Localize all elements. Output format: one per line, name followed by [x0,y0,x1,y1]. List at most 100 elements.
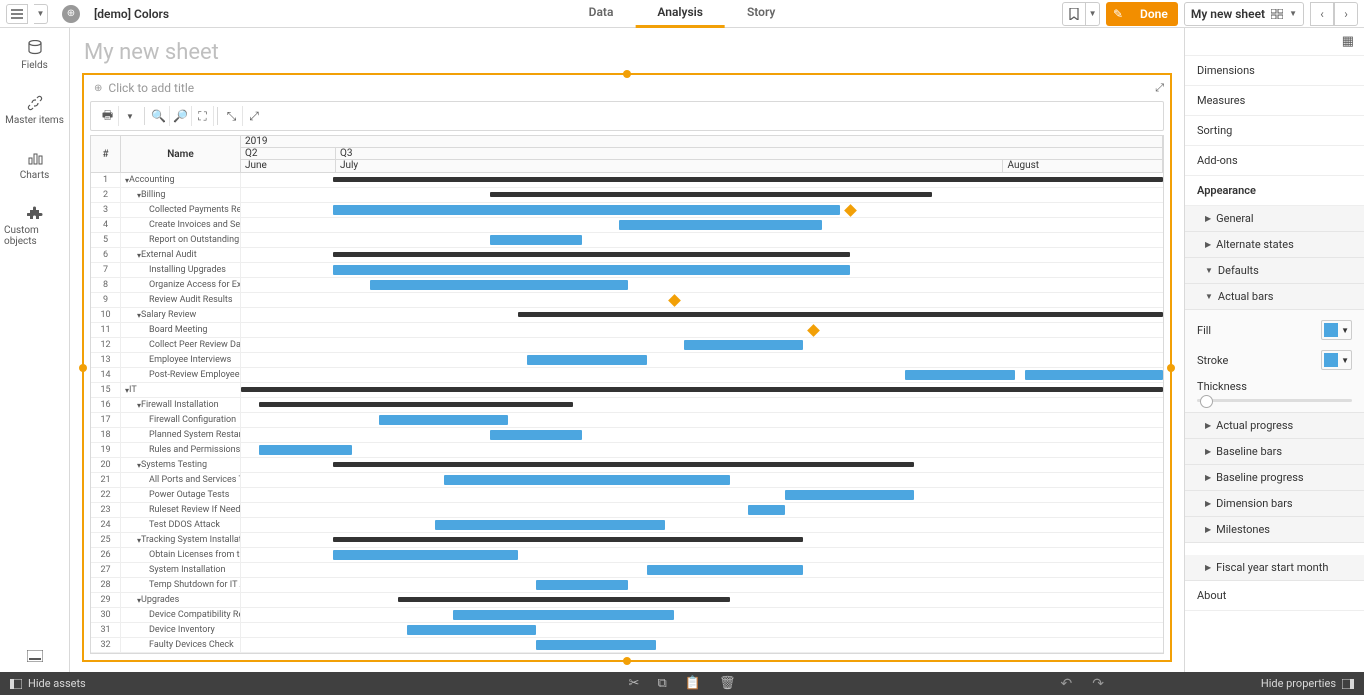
task-bar[interactable] [490,235,582,245]
gantt-row[interactable]: 29▾ Upgrades [91,593,1163,608]
sidebar-item-custom[interactable]: Custom objects [0,193,69,259]
bookmark-caret[interactable]: ▼ [1085,3,1099,25]
gantt-row[interactable]: 1▾ Accounting [91,173,1163,188]
expand-all-button[interactable]: ⤡ [221,106,243,126]
tab-story[interactable]: Story [725,0,797,28]
resize-handle-right[interactable] [1167,364,1175,372]
prop-about[interactable]: About [1185,581,1364,611]
task-bar[interactable] [333,265,849,275]
gantt-row[interactable]: 23Ruleset Review If Needed [91,503,1163,518]
tab-analysis[interactable]: Analysis [635,0,725,28]
tab-data[interactable]: Data [567,0,636,28]
hide-properties-button[interactable]: Hide properties [1261,677,1336,690]
fit-button[interactable]: ⛶ [192,106,214,126]
sidebar-item-master[interactable]: Master items [0,83,69,138]
task-bar[interactable] [748,505,785,515]
gantt-chart[interactable]: ⊕ Click to add title ⤢ 🖶 ▼ 🔍 🔎 ⛶ ⤡ ⤢ # N… [82,73,1172,662]
sheet-dropdown[interactable]: My new sheet ▼ [1184,2,1304,26]
hide-assets-button[interactable]: Hide assets [28,677,86,690]
sidebar-footer-icon[interactable] [0,640,69,672]
gantt-row[interactable]: 18Planned System Restart [91,428,1163,443]
gantt-row[interactable]: 32Faulty Devices Check [91,638,1163,653]
task-bar[interactable] [435,520,666,530]
bookmark-button[interactable] [1063,3,1085,25]
sub-milestones[interactable]: ▶Milestones [1185,517,1364,543]
gantt-row[interactable]: 2▾ Billing [91,188,1163,203]
gantt-row[interactable]: 11Board Meeting [91,323,1163,338]
delete-button[interactable]: 🗑 [719,676,736,691]
copy-button[interactable]: ⧉ [657,676,666,691]
gantt-row[interactable]: 22Power Outage Tests [91,488,1163,503]
task-bar[interactable] [259,445,351,455]
prop-sorting[interactable]: Sorting [1185,116,1364,146]
next-sheet-button[interactable]: › [1334,2,1358,26]
gantt-row[interactable]: 19Rules and Permissions Audit [91,443,1163,458]
sheet-title[interactable]: My new sheet [82,40,1172,65]
gantt-row[interactable]: 13Employee Interviews [91,353,1163,368]
gantt-row[interactable]: 9Review Audit Results [91,293,1163,308]
resize-handle-left[interactable] [79,364,87,372]
header-name[interactable]: Name [121,136,241,172]
task-bar[interactable] [536,580,628,590]
task-bar[interactable] [1025,370,1163,380]
gantt-row[interactable]: 27System Installation [91,563,1163,578]
expand-icon[interactable]: ⤢ [1155,81,1164,95]
gantt-row[interactable]: 16▾ Firewall Installation [91,398,1163,413]
gantt-row[interactable]: 6▾ External Audit [91,248,1163,263]
task-bar[interactable] [647,565,804,575]
sub-actual-progress[interactable]: ▶Actual progress [1185,413,1364,439]
edit-icon[interactable]: ✎ [1106,2,1130,26]
gantt-row[interactable]: 12Collect Peer Review Data [91,338,1163,353]
undo-button[interactable]: ↶ [1061,676,1073,692]
summary-bar[interactable] [333,537,803,542]
summary-bar[interactable] [490,192,933,197]
gantt-row[interactable]: 21All Ports and Services Testing [91,473,1163,488]
menu-caret[interactable]: ▼ [34,4,48,24]
prop-dimensions[interactable]: Dimensions [1185,56,1364,86]
milestone-icon[interactable] [807,324,820,337]
summary-bar[interactable] [398,597,730,602]
sub-fiscal-year[interactable]: ▶Fiscal year start month [1185,555,1364,581]
table-view-icon[interactable]: ▦ [1342,34,1354,49]
gantt-row[interactable]: 7Installing Upgrades [91,263,1163,278]
gantt-row[interactable]: 14Post-Review Employee Interviews [91,368,1163,383]
task-bar[interactable] [619,220,822,230]
gantt-row[interactable]: 10▾ Salary Review [91,308,1163,323]
summary-bar[interactable] [241,387,1163,392]
gantt-body[interactable]: 1▾ Accounting2▾ Billing3Collected Paymen… [91,173,1163,653]
gantt-row[interactable]: 8Organize Access for External Auditors [91,278,1163,293]
summary-bar[interactable] [333,252,849,257]
thickness-slider[interactable] [1197,399,1352,402]
sub-defaults[interactable]: ▼Defaults [1185,258,1364,284]
gantt-row[interactable]: 15▾ IT [91,383,1163,398]
gantt-row[interactable]: 20▾ Systems Testing [91,458,1163,473]
sub-baseline-bars[interactable]: ▶Baseline bars [1185,439,1364,465]
sub-general[interactable]: ▶General [1185,206,1364,232]
fill-color-picker[interactable]: ▼ [1321,320,1352,340]
summary-bar[interactable] [333,462,914,467]
zoom-out-button[interactable]: 🔎 [170,106,192,126]
gantt-row[interactable]: 4Create Invoices and Send to Clients [91,218,1163,233]
chart-title-placeholder[interactable]: ⊕ Click to add title [84,75,1170,101]
gantt-row[interactable]: 30Device Compatibility Review [91,608,1163,623]
task-bar[interactable] [333,205,840,215]
gantt-row[interactable]: 24Test DDOS Attack [91,518,1163,533]
gantt-row[interactable]: 28Temp Shutdown for IT Audit [91,578,1163,593]
collapse-all-button[interactable]: ⤢ [243,106,265,126]
gantt-row[interactable]: 25▾ Tracking System Installation [91,533,1163,548]
task-bar[interactable] [536,640,656,650]
gantt-row[interactable]: 3Collected Payments Review [91,203,1163,218]
sidebar-item-fields[interactable]: Fields [0,28,69,83]
sub-alternate-states[interactable]: ▶Alternate states [1185,232,1364,258]
gantt-row[interactable]: 26Obtain Licenses from the Vendor [91,548,1163,563]
zoom-in-button[interactable]: 🔍 [148,106,170,126]
task-bar[interactable] [785,490,914,500]
task-bar[interactable] [407,625,536,635]
task-bar[interactable] [379,415,508,425]
sub-baseline-progress[interactable]: ▶Baseline progress [1185,465,1364,491]
milestone-icon[interactable] [668,294,681,307]
summary-bar[interactable] [333,177,1163,182]
print-caret[interactable]: ▼ [119,106,141,126]
prev-sheet-button[interactable]: ‹ [1310,2,1334,26]
print-button[interactable]: 🖶 [97,106,119,126]
